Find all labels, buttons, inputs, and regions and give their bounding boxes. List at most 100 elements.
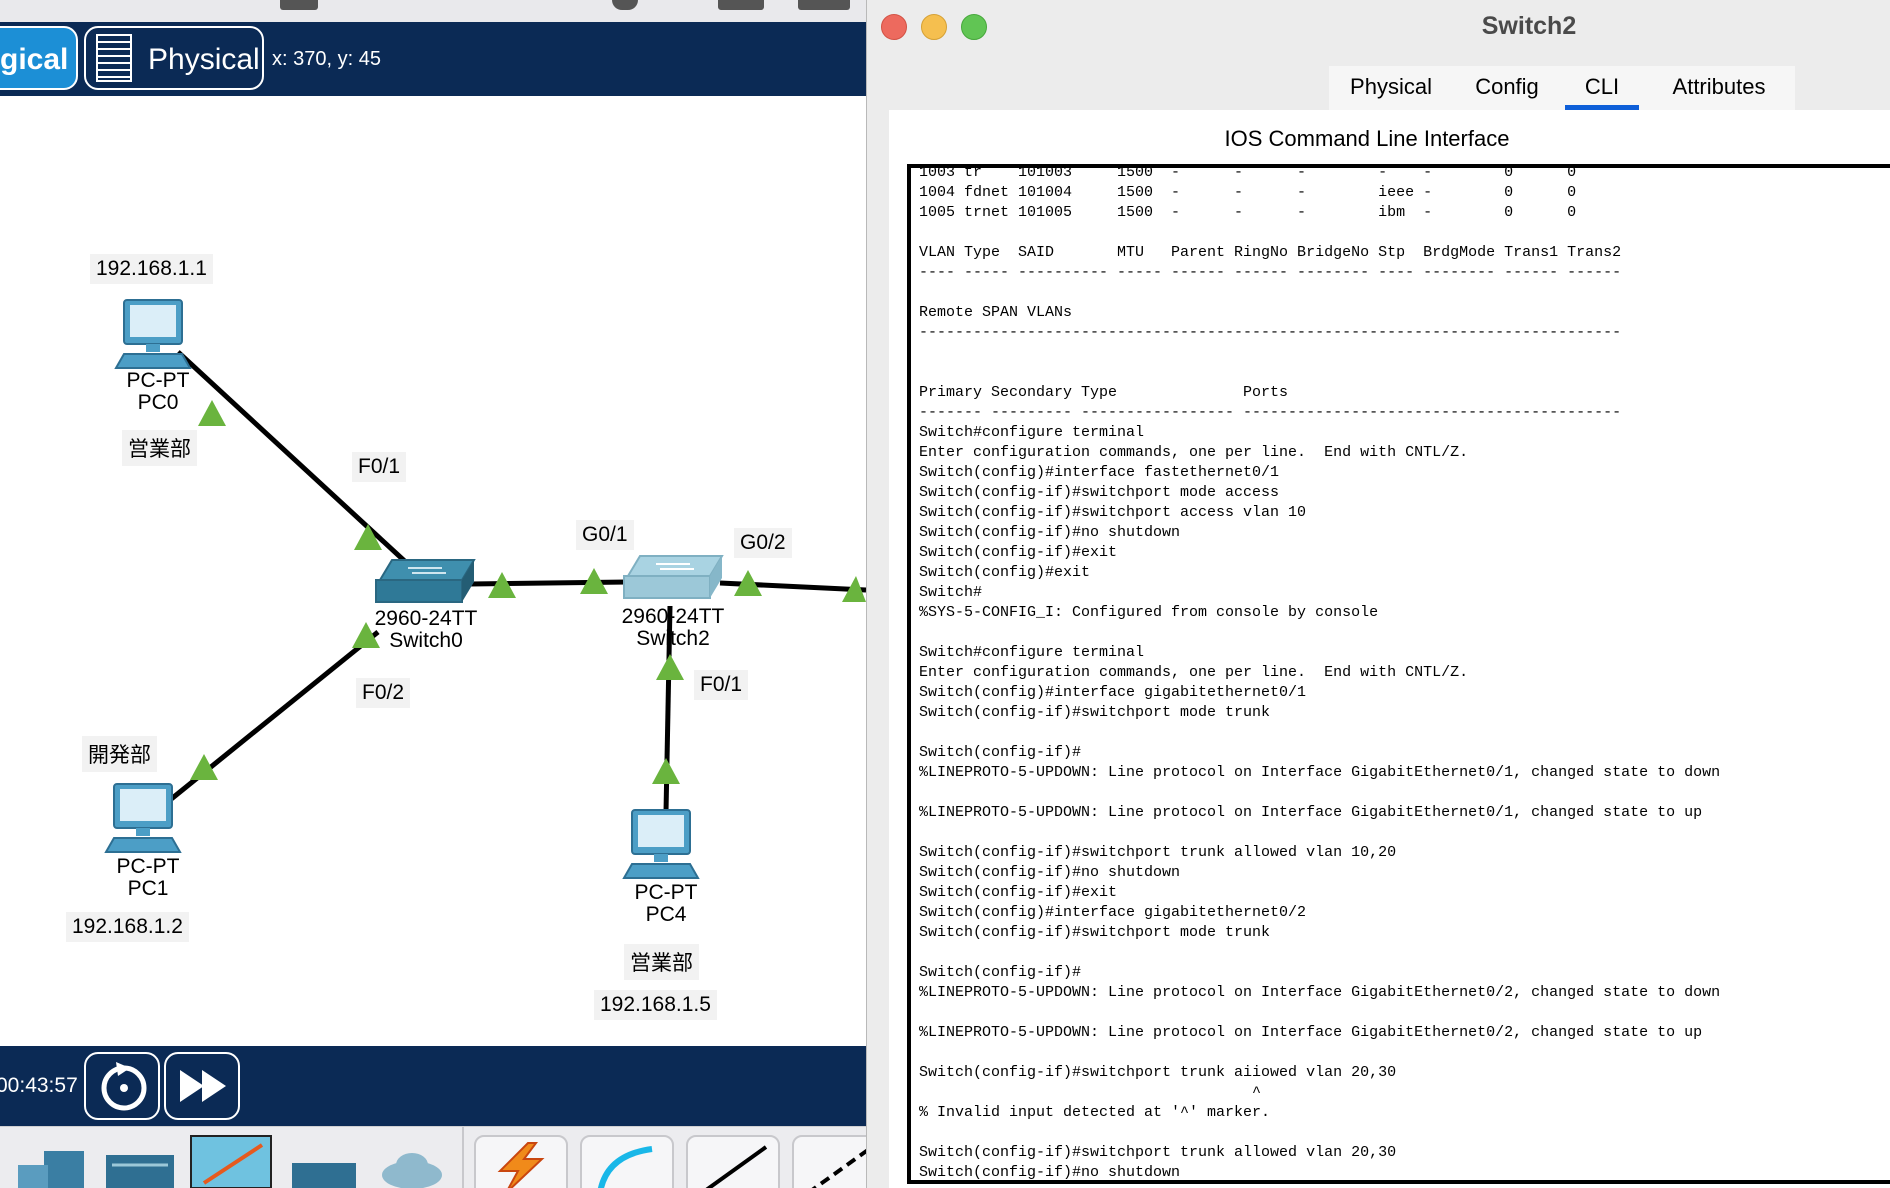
cursor-coordinates: x: 370, y: 45	[272, 48, 381, 70]
terminal-line: 1004 fdnet 101004 1500 - - - ieee - 0 0	[919, 184, 1577, 201]
terminal-line: Enter configuration commands, one per li…	[919, 664, 1469, 681]
terminal-line: Switch(config-if)#switchport trunk aiiow…	[919, 1064, 1397, 1081]
terminal-line: Switch(config-if)#exit	[919, 544, 1118, 561]
switch0-label: 2960-24TT Switch0	[374, 607, 478, 652]
terminal-line: Switch(config-if)#	[919, 964, 1082, 981]
multiuser-icon[interactable]	[288, 1157, 360, 1188]
window-titlebar[interactable]: Switch2	[867, 0, 1890, 52]
pc1-department-note[interactable]: 開発部	[82, 736, 157, 772]
pc0-icon[interactable]	[110, 298, 200, 370]
port-label-g01[interactable]: G0/1	[576, 520, 634, 550]
reset-icon	[101, 1062, 147, 1111]
pc4-department-note[interactable]: 営業部	[624, 944, 699, 980]
terminal-line: ^	[919, 1084, 1262, 1101]
straight-cable-icon	[705, 1145, 768, 1188]
terminal-line: Switch(config-if)#switchport trunk allow…	[919, 844, 1397, 861]
reset-time-button[interactable]	[84, 1052, 160, 1120]
link-up-indicator	[656, 654, 684, 680]
terminal-line: Switch(config-if)#	[919, 1183, 1720, 1184]
lightning-icon	[497, 1142, 545, 1188]
pc1-ip-note[interactable]: 192.168.1.2	[66, 912, 189, 942]
cli-terminal[interactable]: 1003 tr 101003 1500 - - - - - 0 0 1004 fd…	[907, 164, 1890, 1184]
link-switch0-switch2[interactable]	[469, 579, 629, 587]
pc4-label: PC-PT PC4	[634, 881, 698, 926]
port-label-g02[interactable]: G0/2	[734, 528, 792, 558]
terminal-line: ---- ----- ---------- ----- ------ -----…	[919, 264, 1622, 281]
toolbar-icon[interactable]	[612, 0, 638, 10]
toolbar-icon[interactable]	[280, 0, 318, 10]
terminal-line: ----------------------------------------…	[919, 324, 1622, 341]
toolbar-icon[interactable]	[718, 0, 764, 10]
console-cable-icon	[598, 1146, 653, 1188]
device-tabs: Physical Config CLI Attributes	[1329, 66, 1795, 110]
pc4-ip-note[interactable]: 192.168.1.5	[594, 990, 717, 1020]
packet-tracer-workspace: gical Physical x: 370, y: 45 PC-PT PC0 1…	[0, 0, 866, 1188]
physical-rack-icon	[96, 34, 132, 82]
network-devices-icon[interactable]	[14, 1141, 86, 1188]
console-cable-tool[interactable]	[580, 1135, 674, 1188]
simulation-bar: 00:43:57	[0, 1046, 866, 1126]
toolbar-icon[interactable]	[798, 0, 850, 10]
pc1-icon[interactable]	[100, 782, 190, 854]
logical-mode-label: gical	[0, 43, 69, 76]
terminal-line: VLAN Type SAID MTU Parent RingNo BridgeN…	[919, 244, 1622, 261]
terminal-line: Switch(config)#exit	[919, 564, 1091, 581]
port-label-f01-switch0[interactable]: F0/1	[352, 452, 407, 482]
physical-mode-label: Physical	[148, 43, 260, 76]
link-up-indicator	[652, 758, 680, 784]
terminal-line: Switch#	[919, 584, 983, 601]
physical-mode-button[interactable]: Physical	[84, 26, 264, 90]
cloud-icon[interactable]	[376, 1151, 448, 1188]
logical-mode-button[interactable]: gical	[0, 26, 78, 90]
pc0-ip-note[interactable]: 192.168.1.1	[90, 254, 213, 284]
pc0-department-note[interactable]: 営業部	[122, 430, 197, 466]
port-label-f02-switch0[interactable]: F0/2	[356, 678, 411, 708]
port-label-f01-switch2[interactable]: F0/1	[694, 670, 749, 700]
terminal-line: Switch(config)#interface fastethernet0/1	[919, 464, 1280, 481]
pc4-icon[interactable]	[618, 808, 708, 880]
terminal-line: ------- --------- ----------------- ----…	[919, 404, 1622, 421]
copper-cross-tool[interactable]	[792, 1135, 866, 1188]
tray-divider	[462, 1127, 464, 1188]
logical-topology-canvas[interactable]: PC-PT PC0 192.168.1.1 営業部 2960-24TT Swit…	[0, 96, 866, 1046]
components-category-selected[interactable]	[190, 1135, 272, 1188]
end-devices-icon[interactable]	[104, 1149, 176, 1188]
tab-cli[interactable]: CLI	[1561, 66, 1643, 110]
tab-attributes[interactable]: Attributes	[1643, 66, 1795, 110]
terminal-line: %LINEPROTO-5-UPDOWN: Line protocol on In…	[919, 984, 1721, 1001]
tab-physical[interactable]: Physical	[1329, 66, 1453, 110]
crossover-cable-icon	[811, 1148, 866, 1188]
fast-forward-button[interactable]	[164, 1052, 240, 1120]
auto-connection-tool[interactable]	[474, 1135, 568, 1188]
switch2-label: 2960-24TT Switch2	[621, 605, 725, 650]
terminal-line: Switch(config-if)#switchport mode trunk	[919, 704, 1271, 721]
connections-icon	[202, 1143, 264, 1185]
terminal-line: %LINEPROTO-5-UPDOWN: Line protocol on In…	[919, 764, 1721, 781]
copper-straight-tool[interactable]	[686, 1135, 780, 1188]
cli-heading: IOS Command Line Interface	[1224, 126, 1510, 151]
terminal-line: Switch(config)#interface gigabitethernet…	[919, 684, 1307, 701]
terminal-line: Primary Secondary Type Ports	[919, 384, 1289, 401]
terminal-line: Switch#configure terminal	[919, 644, 1145, 661]
terminal-line: Switch(config-if)#switchport trunk allow…	[919, 1144, 1397, 1161]
tab-config[interactable]: Config	[1453, 66, 1561, 110]
terminal-line: Switch(config-if)#switchport mode access	[919, 484, 1280, 501]
switch2-icon[interactable]	[620, 554, 724, 602]
terminal-line: Switch(config-if)#exit	[919, 884, 1118, 901]
terminal-line: %LINEPROTO-5-UPDOWN: Line protocol on In…	[919, 1024, 1703, 1041]
terminal-line: Switch(config-if)#	[919, 744, 1082, 761]
terminal-output: 1003 tr 101003 1500 - - - - - 0 0 1004 fd…	[919, 168, 1721, 1184]
fast-forward-icon	[180, 1070, 226, 1102]
terminal-line: Enter configuration commands, one per li…	[919, 444, 1469, 461]
terminal-line: Switch(config-if)#no shutdown	[919, 1164, 1181, 1181]
switch0-icon[interactable]	[372, 558, 476, 606]
terminal-line: Switch(config-if)#no shutdown	[919, 864, 1181, 881]
